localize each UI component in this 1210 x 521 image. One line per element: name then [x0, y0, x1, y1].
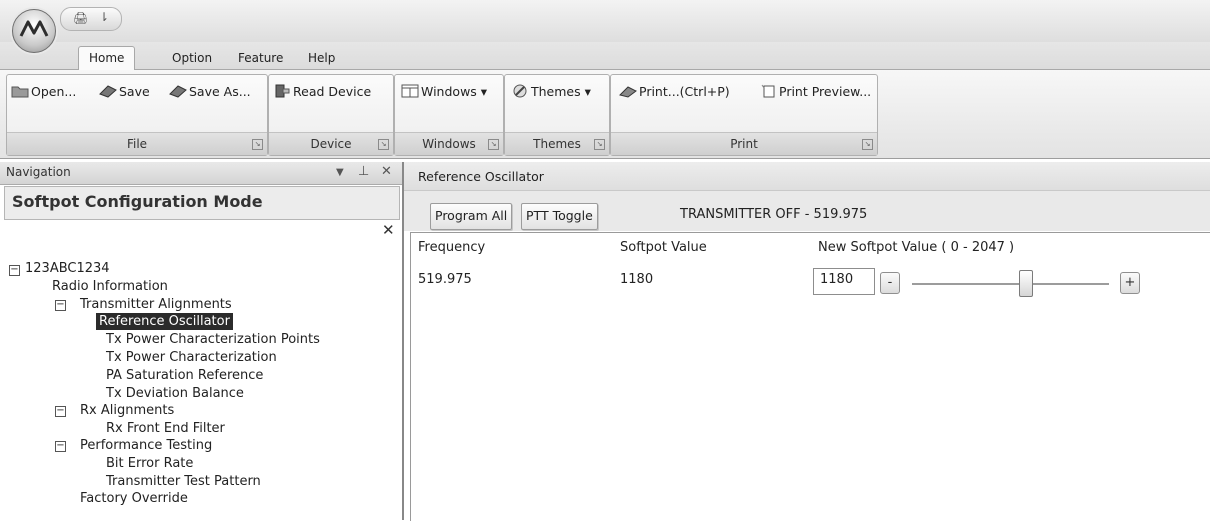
- device-dialog-launcher-icon[interactable]: ↘: [378, 139, 389, 150]
- tree-item-rx-alignments[interactable]: Rx Alignments: [80, 402, 174, 419]
- save-as-label: Save As...: [189, 84, 251, 99]
- navigation-title: Navigation: [6, 165, 71, 179]
- windows-dialog-launcher-icon[interactable]: ↘: [488, 139, 499, 150]
- themes-icon: [511, 83, 529, 98]
- transmitter-status: TRANSMITTER OFF - 519.975: [680, 207, 868, 222]
- tree-item-reference-oscillator[interactable]: Reference Oscillator: [96, 313, 233, 330]
- windows-group: Windows ▾ Windows ↘: [394, 74, 504, 156]
- collapse-icon[interactable]: −: [9, 265, 20, 276]
- save-as-button[interactable]: Save As...: [169, 81, 251, 103]
- folder-icon: [11, 83, 29, 98]
- decrement-button[interactable]: -: [880, 272, 900, 294]
- column-header-softpot-value: Softpot Value: [620, 240, 707, 255]
- themes-group: Themes ▾ Themes ↘: [504, 74, 610, 156]
- frequency-cell: 519.975: [418, 272, 472, 287]
- quick-access-toolbar: 🖨 ⇂: [60, 7, 122, 31]
- save-label: Save: [119, 84, 150, 99]
- file-dialog-launcher-icon[interactable]: ↘: [252, 139, 263, 150]
- tree-item-pa-saturation-reference[interactable]: PA Saturation Reference: [106, 367, 263, 384]
- tree-item-transmitter-test-pattern[interactable]: Transmitter Test Pattern: [106, 473, 261, 490]
- collapse-icon[interactable]: −: [55, 406, 66, 417]
- open-button[interactable]: Open...: [11, 81, 76, 103]
- print-dialog-launcher-icon[interactable]: ↘: [862, 139, 873, 150]
- new-softpot-value-input[interactable]: 1180: [813, 268, 875, 295]
- customize-qat-icon[interactable]: ⇂: [99, 10, 109, 24]
- print-button[interactable]: Print...(Ctrl+P): [619, 81, 730, 103]
- device-group-label: Device: [269, 132, 393, 155]
- windows-dropdown-button[interactable]: Windows ▾: [401, 81, 487, 103]
- increment-button[interactable]: +: [1120, 272, 1140, 294]
- program-all-button[interactable]: Program All: [430, 203, 513, 230]
- themes-dropdown-button[interactable]: Themes ▾: [511, 81, 591, 103]
- print-preview-button[interactable]: Print Preview...: [759, 81, 871, 103]
- tree-item-bit-error-rate[interactable]: Bit Error Rate: [106, 455, 193, 472]
- motorola-logo-icon: [19, 20, 49, 37]
- tree-item-factory-override[interactable]: Factory Override: [80, 490, 188, 507]
- content-title: Reference Oscillator: [418, 169, 544, 184]
- softpot-slider-thumb[interactable]: [1019, 270, 1033, 297]
- tab-home[interactable]: Home: [78, 46, 136, 71]
- tree-item-performance-testing[interactable]: Performance Testing: [80, 437, 212, 454]
- tree-item-device-root[interactable]: 123ABC1234: [25, 260, 110, 277]
- print-label: Print...(Ctrl+P): [639, 84, 730, 99]
- print-preview-label: Print Preview...: [779, 84, 872, 99]
- softpot-value-cell: 1180: [620, 272, 654, 287]
- tree-item-rx-front-end-filter[interactable]: Rx Front End Filter: [106, 420, 225, 437]
- tree-item-radio-information[interactable]: Radio Information: [52, 278, 168, 295]
- windows-group-label: Windows: [395, 132, 503, 155]
- pin-icon[interactable]: ⊥: [358, 164, 369, 179]
- tree-item-tx-power-characterization-points[interactable]: Tx Power Characterization Points: [106, 331, 320, 348]
- mode-title: Softpot Configuration Mode: [12, 192, 263, 211]
- tree-item-tx-power-characterization[interactable]: Tx Power Characterization: [106, 349, 277, 366]
- read-device-icon: [273, 83, 291, 98]
- close-panel-icon[interactable]: ✕: [381, 164, 392, 179]
- file-group: Open... Save Save As... File ↘: [6, 74, 268, 156]
- tree-item-tx-deviation-balance[interactable]: Tx Deviation Balance: [106, 385, 244, 402]
- softpot-slider-track[interactable]: [912, 283, 1109, 285]
- save-icon: [99, 83, 117, 98]
- read-device-button[interactable]: Read Device: [273, 81, 371, 103]
- application-menu-button[interactable]: [12, 9, 56, 53]
- print-icon: [619, 83, 637, 98]
- read-device-label: Read Device: [293, 84, 372, 99]
- close-icon[interactable]: ✕: [382, 221, 395, 239]
- chevron-down-icon[interactable]: ▼: [336, 167, 344, 178]
- windows-icon: [401, 83, 419, 98]
- column-header-new-softpot-value: New Softpot Value ( 0 - 2047 ): [818, 240, 1015, 255]
- file-group-label: File: [7, 132, 267, 155]
- themes-label: Themes ▾: [531, 84, 591, 99]
- save-button[interactable]: Save: [99, 81, 150, 103]
- windows-label: Windows ▾: [421, 84, 488, 99]
- collapse-icon[interactable]: −: [55, 441, 66, 452]
- column-header-frequency: Frequency: [418, 240, 486, 255]
- tree-item-transmitter-alignments[interactable]: Transmitter Alignments: [80, 296, 232, 313]
- device-group: Read Device Device ↘: [268, 74, 394, 156]
- ptt-toggle-button[interactable]: PTT Toggle: [521, 203, 598, 230]
- save-as-icon: [169, 83, 187, 98]
- collapse-icon[interactable]: −: [55, 300, 66, 311]
- print-preview-icon: [759, 83, 777, 98]
- read-device-icon[interactable]: 🖨: [73, 11, 88, 25]
- tab-feature[interactable]: Feature: [228, 47, 293, 69]
- tab-help[interactable]: Help: [298, 47, 345, 69]
- open-label: Open...: [31, 84, 77, 99]
- title-bar: [0, 0, 1210, 42]
- themes-dialog-launcher-icon[interactable]: ↘: [594, 139, 605, 150]
- softpot-grid: [410, 232, 1210, 521]
- tab-option[interactable]: Option: [162, 47, 222, 69]
- print-group: Print...(Ctrl+P) Print Preview... Print …: [610, 74, 878, 156]
- print-group-label: Print: [611, 132, 877, 155]
